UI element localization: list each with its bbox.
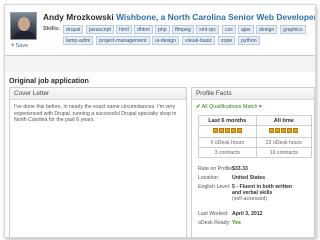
- last-worked-value: April 3, 2012: [232, 211, 263, 217]
- star-icon: [281, 128, 287, 133]
- rating-all-time: [255, 125, 313, 138]
- skill-tag[interactable]: visual-basic: [182, 36, 216, 45]
- header-band: [5, 56, 315, 72]
- hours-last-6-months: 6 oDesk hours: [198, 137, 257, 148]
- chevron-down-icon: ▾: [257, 104, 262, 110]
- skill-tag[interactable]: project-management: [96, 36, 150, 45]
- star-icon: [218, 128, 224, 133]
- contracts-last-6-months: 3 contracts: [198, 147, 257, 158]
- feedback-table: Last 6 months All time 6 oDesk hours 22 …: [198, 115, 313, 158]
- skill-tag[interactable]: css: [222, 25, 236, 34]
- skill-tag[interactable]: ui-design: [152, 36, 180, 45]
- location-value: United States: [232, 175, 266, 181]
- save-label: Save: [15, 43, 29, 49]
- profile-header: + Save Andy Mrozkowski Wishbone, a North…: [5, 5, 316, 53]
- english-value-line3: (self-assessed): [232, 196, 268, 202]
- column-all-time: All time: [255, 115, 313, 126]
- freelancer-name[interactable]: Andy Mrozkowski: [43, 12, 114, 22]
- skill-tag[interactable]: ffmpeg: [172, 25, 194, 34]
- skill-tag[interactable]: drupal: [63, 25, 84, 34]
- star-icon: [230, 128, 236, 133]
- cover-letter-text: I've done this before, in nearly the exa…: [14, 104, 177, 124]
- star-icon: [293, 128, 299, 133]
- save-button[interactable]: + Save: [11, 43, 28, 49]
- hours-all-time: 22 oDesk hours: [255, 137, 313, 148]
- odesk-ready-row: oDesk Ready:Yes: [198, 220, 241, 226]
- star-icon: [275, 128, 281, 133]
- skill-tag[interactable]: javascript: [86, 25, 114, 34]
- skill-tag[interactable]: zope: [218, 36, 236, 45]
- skill-tag[interactable]: graphics: [280, 25, 306, 34]
- skill-tag[interactable]: ajax: [238, 25, 254, 34]
- freelancer-headline: Wishbone, a North Carolina Senior Web De…: [116, 12, 316, 22]
- check-icon: ✔: [196, 104, 201, 110]
- skill-tag[interactable]: php: [155, 25, 170, 34]
- last-worked-row: Last Worked: April 3, 2012: [198, 211, 263, 217]
- cover-letter-panel: Cover Letter I've done this before, in n…: [9, 87, 187, 237]
- skill-tag[interactable]: design: [256, 25, 278, 34]
- contracts-all-time: 16 contracts: [255, 147, 313, 158]
- rate-value: $33.33: [232, 166, 248, 172]
- plus-icon: +: [11, 43, 15, 49]
- section-title: Original job application: [9, 76, 89, 85]
- profile-facts-title: Profile Facts: [192, 88, 314, 100]
- skill-tag[interactable]: lamp-admi: [63, 36, 94, 45]
- freelancer-profile-card: + Save Andy Mrozkowski Wishbone, a North…: [4, 4, 316, 238]
- cover-letter-title: Cover Letter: [10, 88, 186, 100]
- skill-tag[interactable]: dhtml: [134, 25, 153, 34]
- qualifications-match[interactable]: ✔All Qualifications Match ▾: [196, 104, 262, 110]
- skill-tag[interactable]: html: [116, 25, 132, 34]
- rating-last-6-months: [198, 125, 257, 138]
- star-icon: [212, 128, 218, 133]
- star-icon: [236, 128, 242, 133]
- column-last-6-months: Last 6 months: [198, 115, 257, 126]
- rate-row: Rate on Profile:$33.33: [198, 166, 248, 172]
- profile-facts-panel: Profile Facts ✔All Qualifications Match …: [191, 87, 315, 237]
- star-icon: [224, 128, 230, 133]
- skill-tag[interactable]: xml-rpc: [196, 25, 220, 34]
- skills-tag-list: drupal javascript html dhtml php ffmpeg xml-rp…: [63, 25, 315, 47]
- avatar[interactable]: [10, 12, 37, 40]
- english-row: English Level: 5 - Fluent in both written…: [198, 184, 293, 202]
- skills-label: Skills:: [43, 26, 61, 32]
- odesk-ready-value: Yes: [232, 220, 241, 226]
- star-icon: [287, 128, 293, 133]
- star-icon: [269, 128, 275, 133]
- profile-title: Andy Mrozkowski Wishbone, a North Caroli…: [43, 12, 316, 22]
- skill-tag[interactable]: python: [238, 36, 260, 45]
- location-row: Location: United States: [198, 175, 266, 181]
